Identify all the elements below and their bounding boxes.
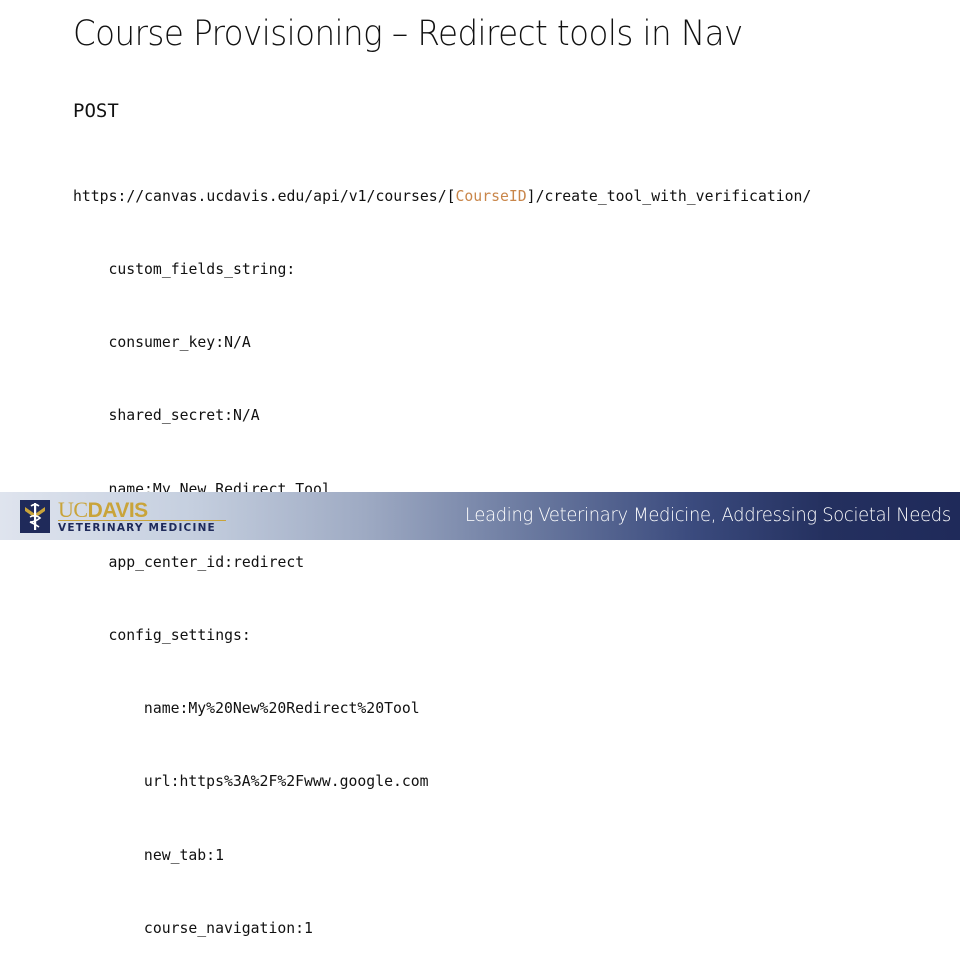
course-id-placeholder: CourseID <box>455 186 527 205</box>
endpoint-url: https://canvas.ucdavis.edu/api/v1/course… <box>73 184 811 208</box>
logo-wordmark: UCDAVIS VETERINARY MEDICINE <box>58 497 226 535</box>
param-config-settings: config_settings: <box>108 626 251 645</box>
param-custom-fields-string: custom_fields_string: <box>108 260 296 279</box>
request-body: https://canvas.ucdavis.edu/api/v1/course… <box>73 135 811 965</box>
caduceus-shield-icon <box>20 500 50 533</box>
logo-davis: DAVIS <box>87 499 149 522</box>
config-name: name:My%20New%20Redirect%20Tool <box>143 699 420 718</box>
logo-subtitle: VETERINARY MEDICINE <box>58 522 216 534</box>
config-new-tab: new_tab:1 <box>143 845 224 864</box>
param-consumer-key: consumer_key:N/A <box>108 333 251 352</box>
http-method: POST <box>73 100 119 122</box>
config-url: url:https%3A%2F%2Fwww.google.com <box>143 772 429 791</box>
param-shared-secret: shared_secret:N/A <box>108 406 260 425</box>
param-app-center-id: app_center_id:redirect <box>108 552 305 571</box>
footer-banner: UCDAVIS VETERINARY MEDICINE Leading Vete… <box>0 492 960 540</box>
logo-divider <box>58 520 226 521</box>
footer-tagline: Leading Veterinary Medicine, Addressing … <box>465 504 951 526</box>
endpoint-prefix: https://canvas.ucdavis.edu/api/v1/course… <box>73 186 456 205</box>
ucdavis-vetmed-logo: UCDAVIS VETERINARY MEDICINE <box>20 497 226 535</box>
slide-title: Course Provisioning – Redirect tools in … <box>73 14 743 54</box>
config-course-navigation: course_navigation:1 <box>143 918 313 937</box>
logo-uc: UC <box>58 497 88 522</box>
endpoint-suffix: ]/create_tool_with_verification/ <box>526 186 812 205</box>
